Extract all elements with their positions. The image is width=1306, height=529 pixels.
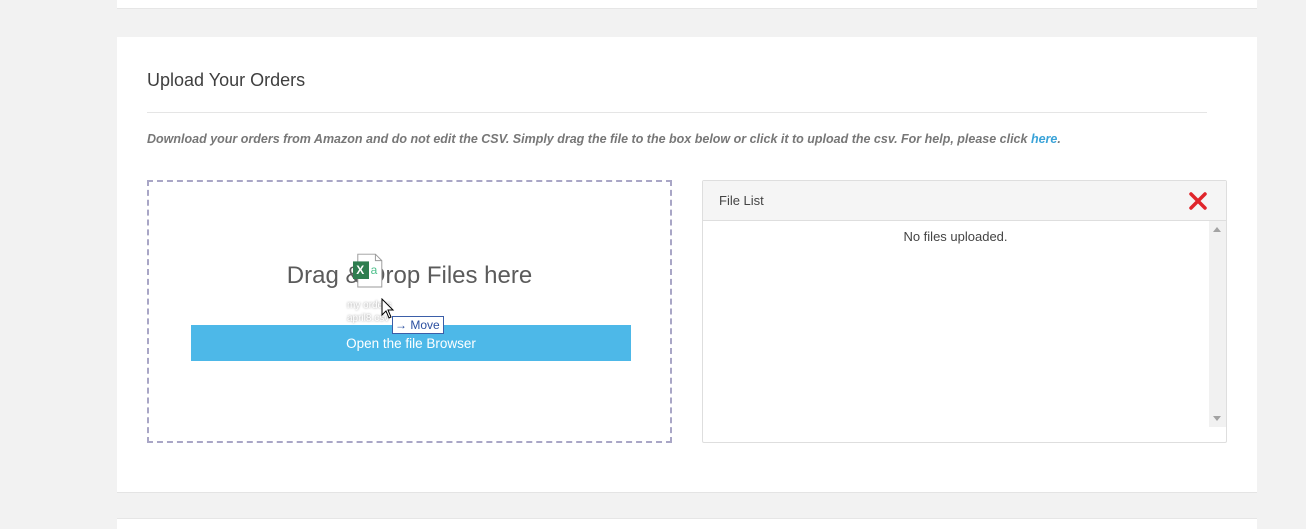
svg-text:a: a <box>371 263 378 277</box>
divider <box>147 112 1207 113</box>
scroll-up-arrow-icon[interactable] <box>1213 227 1221 232</box>
section-title: Upload Your Orders <box>147 70 306 90</box>
svg-text:X: X <box>356 263 364 277</box>
instructions-body: Download your orders from Amazon and do … <box>147 132 1031 146</box>
file-list-body: No files uploaded. <box>703 221 1226 442</box>
upload-orders-card: Upload Your Orders Download your orders … <box>117 37 1257 493</box>
instructions-text: Download your orders from Amazon and do … <box>147 132 1227 146</box>
previous-section-card <box>117 0 1257 9</box>
scroll-down-arrow-icon[interactable] <box>1213 416 1221 421</box>
move-tooltip: → Move <box>392 316 444 334</box>
drag-ghost: X a my orders april8.csv → Move <box>347 250 457 340</box>
file-list-title: File List <box>719 193 764 208</box>
instructions-trailing: . <box>1057 132 1061 146</box>
file-dropzone[interactable]: Drag & Drop Files here Open the file Bro… <box>147 180 672 443</box>
arrow-right-icon: → <box>395 318 411 332</box>
file-list-scrollbar[interactable] <box>1209 221 1226 427</box>
close-icon[interactable] <box>1188 191 1208 211</box>
excel-csv-icon: X a <box>353 253 383 288</box>
move-tooltip-label: Move <box>410 318 440 332</box>
help-link[interactable]: here <box>1031 132 1057 146</box>
empty-file-list-message: No files uploaded. <box>903 229 1008 244</box>
file-list-header: File List <box>703 181 1226 221</box>
file-list-panel: File List No files uploaded. <box>702 180 1227 443</box>
